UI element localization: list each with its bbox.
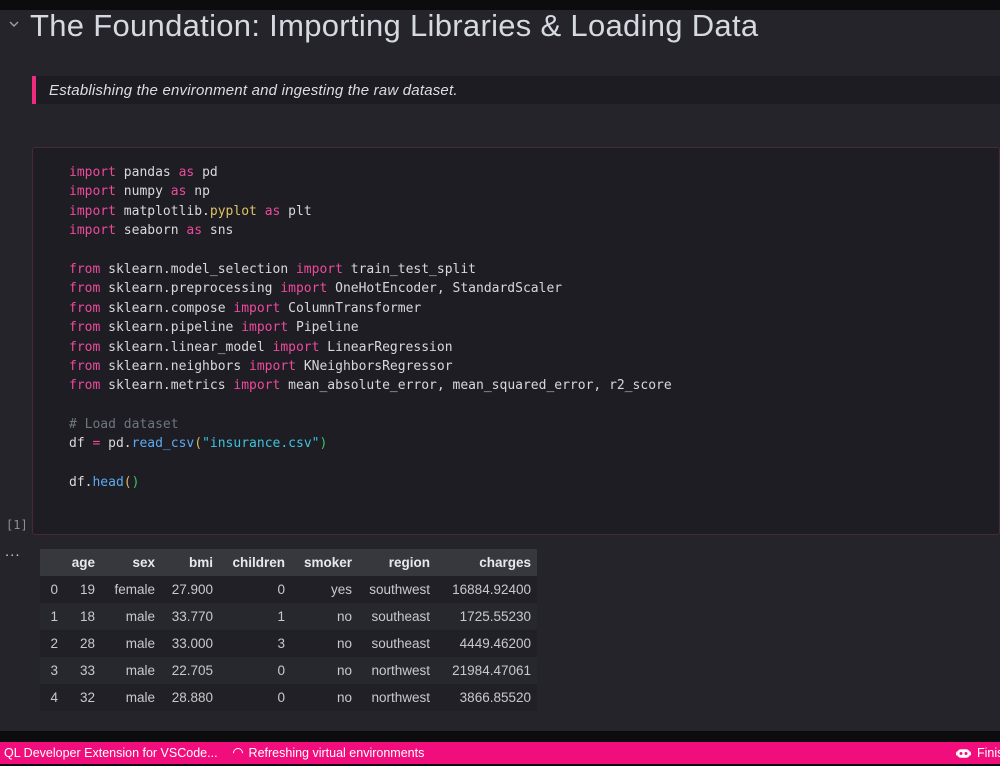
table-cell: 0 xyxy=(219,684,291,711)
code-line: import seaborn as sns xyxy=(69,223,234,239)
table-cell: 4449.46200 xyxy=(436,630,537,657)
table-cell: 0 xyxy=(219,657,291,684)
table-cell: male xyxy=(101,630,161,657)
code-cell[interactable]: import pandas as pd import numpy as np imp… xyxy=(32,147,1000,535)
table-row: 0 19 female 27.900 0 yes southwest 16884.92400 xyxy=(40,576,537,603)
status-copilot-item[interactable]: Finis xyxy=(955,742,1000,764)
status-extension-item[interactable]: QL Developer Extension for VSCode... xyxy=(1,742,221,764)
table-cell: northwest xyxy=(358,684,436,711)
blockquote-text: Establishing the environment and ingesti… xyxy=(49,81,458,99)
markdown-header: The Foundation: Importing Libraries & Lo… xyxy=(0,8,1000,72)
table-cell: 33.000 xyxy=(161,630,219,657)
table-cell: 3 xyxy=(40,657,64,684)
table-cell: 1 xyxy=(219,603,291,630)
code-line: import matplotlib.pyplot as plt xyxy=(69,203,312,219)
copilot-icon xyxy=(956,748,971,758)
status-right-label: Finis xyxy=(977,746,1000,760)
code-line: import pandas as pd xyxy=(69,165,218,180)
table-cell: 16884.92400 xyxy=(436,576,537,603)
table-column-header: smoker xyxy=(291,549,358,576)
table-cell: 4 xyxy=(40,684,64,711)
code-line: from sklearn.metrics import mean_absolut… xyxy=(69,378,672,394)
bottom-gap-strip xyxy=(0,731,1000,742)
dataframe-output-table: age sex bmi children smoker region charges 0 19… xyxy=(40,549,537,711)
execution-count: [1] xyxy=(6,518,28,532)
table-header: age sex bmi children smoker region charges xyxy=(40,549,537,576)
table-row: 4 32 male 28.880 0 no northwest 3866.85520 xyxy=(40,684,537,711)
code-line: from sklearn.pipeline import Pipeline xyxy=(69,320,359,336)
table-cell: female xyxy=(101,576,161,603)
notebook-screen: The Foundation: Importing Libraries & Lo… xyxy=(0,0,1000,766)
code-line: from sklearn.model_selection import trai… xyxy=(69,261,477,277)
table-cell: 28 xyxy=(64,630,101,657)
code-line: # Load dataset xyxy=(69,417,179,433)
table-cell: 0 xyxy=(40,576,64,603)
cell-more-actions-button[interactable]: ... xyxy=(5,543,21,560)
table-row: 2 28 male 33.000 3 no southeast 4449.46200 xyxy=(40,630,537,657)
table-cell: yes xyxy=(291,576,358,603)
status-refresh-label: Refreshing virtual environments xyxy=(248,746,425,760)
page-title: The Foundation: Importing Libraries & Lo… xyxy=(30,8,759,43)
table-cell: 32 xyxy=(64,684,101,711)
table-cell: 18 xyxy=(64,603,101,630)
code-line: from sklearn.linear_model import LinearR… xyxy=(69,339,453,355)
table-cell: 33 xyxy=(64,657,101,684)
table-cell: 3 xyxy=(219,630,291,657)
table-cell: no xyxy=(291,630,358,657)
status-bar: QL Developer Extension for VSCode... Ref… xyxy=(0,742,1000,764)
spinner-icon xyxy=(230,745,245,761)
code-line: from sklearn.compose import ColumnTransf… xyxy=(69,300,422,316)
table-cell: 27.900 xyxy=(161,576,219,603)
table-cell: 0 xyxy=(219,576,291,603)
table-column-header xyxy=(40,549,64,576)
code-line: import numpy as np xyxy=(69,184,210,200)
code-editor[interactable]: import pandas as pd import numpy as np imp… xyxy=(69,163,991,526)
table-cell: northwest xyxy=(358,657,436,684)
table-cell: southwest xyxy=(358,576,436,603)
table-column-header: children xyxy=(219,549,291,576)
code-line: from sklearn.preprocessing import OneHot… xyxy=(69,281,563,297)
blockquote-accent-bar xyxy=(32,76,36,104)
table-cell: 22.705 xyxy=(161,657,219,684)
table-cell: southeast xyxy=(358,630,436,657)
table-cell: 2 xyxy=(40,630,64,657)
table-cell: male xyxy=(101,657,161,684)
table-cell: 3866.85520 xyxy=(436,684,537,711)
table-cell: no xyxy=(291,603,358,630)
section-collapse-chevron-icon[interactable] xyxy=(7,17,23,33)
code-line: df = pd.read_csv("insurance.csv") xyxy=(69,436,328,452)
table-row: 1 18 male 33.770 1 no southeast 1725.55230 xyxy=(40,603,537,630)
table-column-header: bmi xyxy=(161,549,219,576)
table-cell: 28.880 xyxy=(161,684,219,711)
table-column-header: charges xyxy=(436,549,537,576)
table-cell: no xyxy=(291,657,358,684)
status-extension-label: QL Developer Extension for VSCode... xyxy=(4,746,218,760)
table-column-header: region xyxy=(358,549,436,576)
table-cell: southeast xyxy=(358,603,436,630)
markdown-blockquote: Establishing the environment and ingesti… xyxy=(32,76,1000,104)
table-cell: 21984.47061 xyxy=(436,657,537,684)
table-cell: no xyxy=(291,684,358,711)
table-cell: 33.770 xyxy=(161,603,219,630)
status-refresh-item[interactable]: Refreshing virtual environments xyxy=(230,742,428,764)
table-cell: 19 xyxy=(64,576,101,603)
table-row: 3 33 male 22.705 0 no northwest 21984.47061 xyxy=(40,657,537,684)
table-cell: 1725.55230 xyxy=(436,603,537,630)
table-cell: male xyxy=(101,603,161,630)
table-cell: male xyxy=(101,684,161,711)
table-column-header: sex xyxy=(101,549,161,576)
code-line: from sklearn.neighbors import KNeighbors… xyxy=(69,358,453,374)
table-cell: 1 xyxy=(40,603,64,630)
code-line: df.head() xyxy=(69,475,140,491)
table-column-header: age xyxy=(64,549,101,576)
